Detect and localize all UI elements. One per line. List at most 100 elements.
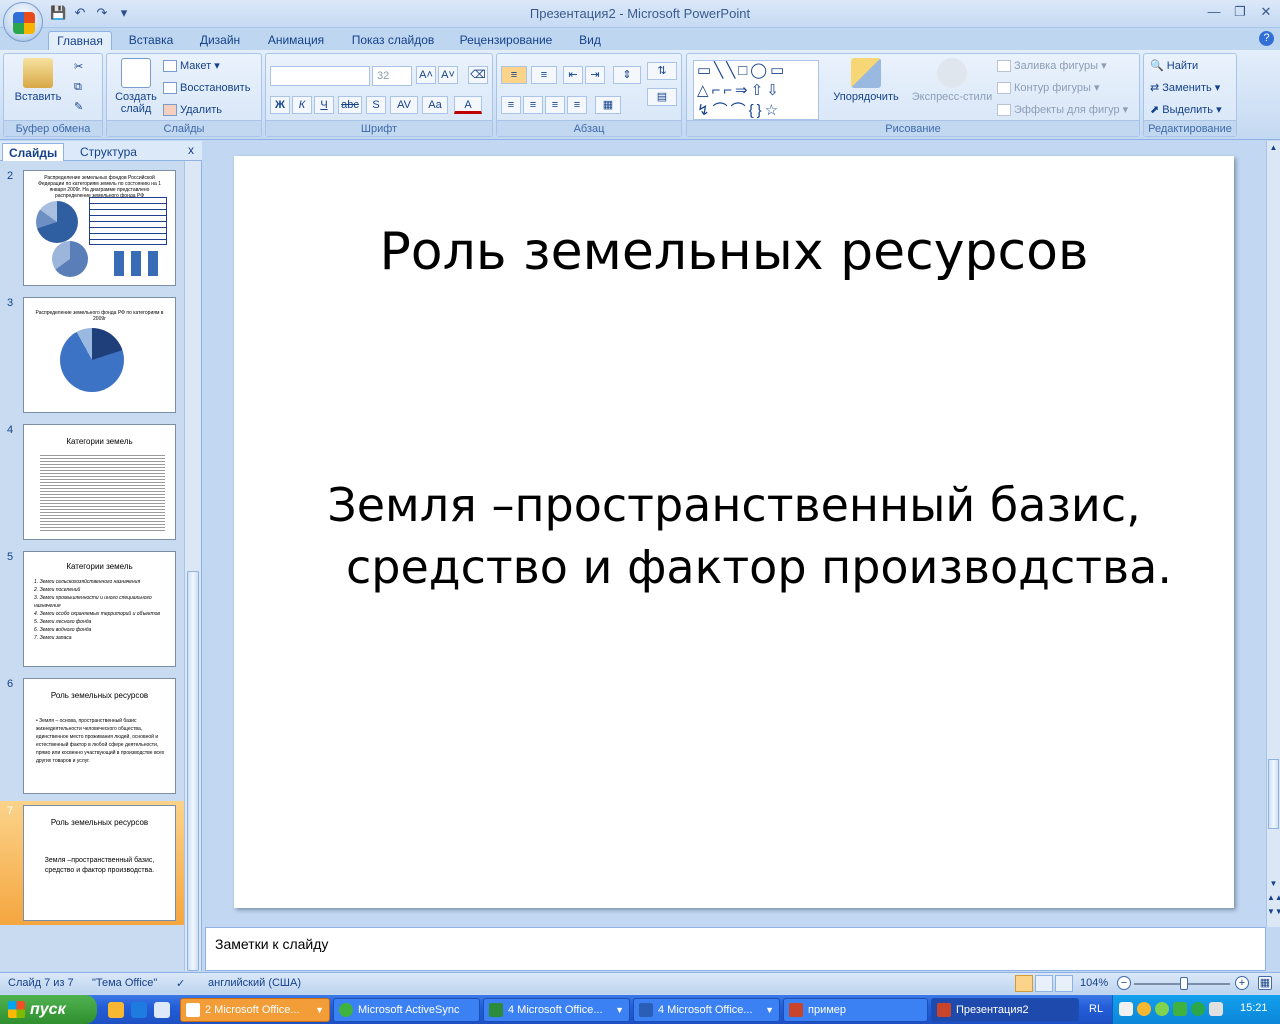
numbering-icon[interactable]: ≡ <box>531 66 557 84</box>
underline-button[interactable]: Ч <box>314 96 334 114</box>
tab-slideshow[interactable]: Показ слайдов <box>342 31 444 50</box>
close-icon[interactable]: ✕ <box>1258 4 1274 20</box>
help-icon[interactable]: ? <box>1259 31 1274 46</box>
select-button[interactable]: ⬈ Выделить ▾ <box>1150 101 1222 119</box>
shape-effects-button[interactable]: Эффекты для фигур ▾ <box>997 101 1128 119</box>
scroll-up-icon[interactable]: ▲ <box>1267 143 1280 155</box>
zoom-out-icon[interactable]: − <box>1117 976 1131 990</box>
previous-slide-icon[interactable]: ▲▲ <box>1267 893 1280 905</box>
scroll-down-icon[interactable]: ▼ <box>1267 879 1280 891</box>
language-bar[interactable]: RL <box>1089 1003 1103 1015</box>
shape-fill-button[interactable]: Заливка фигуры ▾ <box>997 57 1107 75</box>
tab-review[interactable]: Рецензирование <box>452 31 560 50</box>
font-size-combo[interactable]: 32 <box>372 66 412 86</box>
restore-icon[interactable]: ❐ <box>1232 4 1248 20</box>
slides-pane-scrollbar[interactable] <box>184 161 201 971</box>
show-desktop-icon[interactable] <box>154 1002 170 1018</box>
slide-thumbnail-5[interactable]: 5 Категории земель 1. Земли сельскохозяй… <box>0 547 184 671</box>
tab-animation[interactable]: Анимация <box>258 31 334 50</box>
text-direction-icon[interactable]: ⇅ <box>647 62 677 80</box>
reset-button[interactable]: Восстановить <box>163 79 250 97</box>
language-indicator[interactable]: английский (США) <box>208 977 301 989</box>
main-scrollbar[interactable]: ▲ ▼ ▲▲ ▼▼ <box>1266 141 1280 927</box>
bold-button[interactable]: Ж <box>270 96 290 114</box>
ie-launch-icon[interactable] <box>131 1002 147 1018</box>
columns-icon[interactable]: ▦ <box>595 96 621 114</box>
increase-indent-icon[interactable]: ⇥ <box>585 66 605 84</box>
notes-pane[interactable]: Заметки к слайду <box>205 927 1266 971</box>
format-painter-icon[interactable]: ✎ <box>74 98 83 116</box>
slide-thumbnail-3[interactable]: 3 Распределение земельного фонда РФ по к… <box>0 293 184 417</box>
layout-button[interactable]: Макет ▾ <box>163 57 220 75</box>
taskbar-item-word-group[interactable]: 4 Microsoft Office... ▼ <box>633 998 780 1022</box>
taskbar-item-office-group-1[interactable]: 2 Microsoft Office... ▼ <box>180 998 330 1022</box>
line-spacing-icon[interactable]: ⇕ <box>613 66 641 84</box>
network-icon[interactable] <box>1155 1002 1169 1016</box>
taskbar-item-example[interactable]: пример <box>783 998 928 1022</box>
tab-view[interactable]: Вид <box>568 31 612 50</box>
italic-button[interactable]: К <box>292 96 312 114</box>
tab-slides[interactable]: Слайды <box>2 143 65 161</box>
change-case-button[interactable]: Aa <box>422 96 448 114</box>
mail-icon[interactable] <box>1119 1002 1133 1016</box>
align-left-icon[interactable]: ≡ <box>501 96 521 114</box>
paste-button[interactable]: Вставить <box>10 58 66 103</box>
scrollbar-thumb[interactable] <box>1268 759 1279 829</box>
slide-thumbnail-4[interactable]: 4 Категории земель <box>0 420 184 544</box>
shrink-font-icon[interactable]: A˅ <box>438 66 458 84</box>
tab-insert[interactable]: Вставка <box>120 31 182 50</box>
zoom-in-icon[interactable]: + <box>1235 976 1249 990</box>
slide-canvas[interactable]: Роль земельных ресурсов Земля –пространс… <box>234 156 1234 908</box>
delete-slide-button[interactable]: Удалить <box>163 101 222 119</box>
tab-home[interactable]: Главная <box>48 31 112 50</box>
strikethrough-button[interactable]: abc <box>338 96 362 114</box>
replace-button[interactable]: ⇄ Заменить ▾ <box>1150 79 1220 97</box>
sync-icon[interactable] <box>1191 1002 1205 1016</box>
copy-icon[interactable]: ⧉ <box>74 78 82 96</box>
close-icon[interactable]: x <box>188 143 194 157</box>
scrollbar-thumb[interactable] <box>187 571 199 971</box>
normal-view-button[interactable] <box>1015 975 1033 992</box>
slide-thumbnail-6[interactable]: 6 Роль земельных ресурсов • Земля – осно… <box>0 674 184 798</box>
spellcheck-icon[interactable]: ✓ <box>176 977 185 990</box>
activesync-tray-icon[interactable] <box>1173 1002 1187 1016</box>
slide-sorter-view-button[interactable] <box>1035 975 1053 992</box>
shapes-gallery[interactable]: ▭╲╲□◯▭ △⌐⌐⇒⇧⇩ ↯⌒⌒{}☆ <box>693 60 819 120</box>
messenger-icon[interactable] <box>1137 1002 1151 1016</box>
outlook-launch-icon[interactable] <box>108 1002 124 1018</box>
font-color-button[interactable]: A <box>454 96 482 114</box>
clear-format-icon[interactable]: ⌫ <box>468 66 488 84</box>
fit-to-window-icon[interactable]: ▦ <box>1258 976 1272 990</box>
taskbar-item-presentation2[interactable]: Презентация2 <box>931 998 1079 1022</box>
slide-thumbnail-7[interactable]: 7 Роль земельных ресурсов Земля –простра… <box>0 801 184 925</box>
slide-body[interactable]: Земля –пространственный базис, средство … <box>294 474 1174 598</box>
bullets-icon[interactable]: ≡ <box>501 66 527 84</box>
align-text-icon[interactable]: ▤ <box>647 88 677 106</box>
find-button[interactable]: 🔍 Найти <box>1150 57 1198 75</box>
slide-thumbnail-2[interactable]: 2 Распределение земельных фондов Российс… <box>0 166 184 290</box>
start-button[interactable]: пуск <box>0 995 97 1024</box>
slideshow-view-button[interactable] <box>1055 975 1073 992</box>
quick-styles-button[interactable]: Экспресс-стили <box>907 58 997 103</box>
justify-icon[interactable]: ≡ <box>567 96 587 114</box>
taskbar-item-excel-group[interactable]: 4 Microsoft Office... ▼ <box>483 998 630 1022</box>
cut-icon[interactable]: ✂ <box>74 58 83 76</box>
shape-outline-button[interactable]: Контур фигуры ▾ <box>997 79 1100 97</box>
decrease-indent-icon[interactable]: ⇤ <box>563 66 583 84</box>
tab-outline[interactable]: Структура <box>74 143 143 161</box>
zoom-slider-knob[interactable] <box>1180 977 1188 990</box>
slide-title[interactable]: Роль земельных ресурсов <box>234 222 1234 282</box>
arrange-button[interactable]: Упорядочить <box>831 58 901 103</box>
align-center-icon[interactable]: ≡ <box>523 96 543 114</box>
font-name-combo[interactable] <box>270 66 370 86</box>
grow-font-icon[interactable]: A˄ <box>416 66 436 84</box>
taskbar-item-activesync[interactable]: Microsoft ActiveSync <box>333 998 480 1022</box>
align-right-icon[interactable]: ≡ <box>545 96 565 114</box>
char-spacing-button[interactable]: AV <box>390 96 418 114</box>
shadow-button[interactable]: S <box>366 96 386 114</box>
tab-design[interactable]: Дизайн <box>190 31 250 50</box>
volume-icon[interactable] <box>1209 1002 1223 1016</box>
minimize-icon[interactable]: — <box>1206 4 1222 20</box>
new-slide-button[interactable]: Создать слайд <box>111 58 161 115</box>
office-button[interactable] <box>3 2 43 42</box>
